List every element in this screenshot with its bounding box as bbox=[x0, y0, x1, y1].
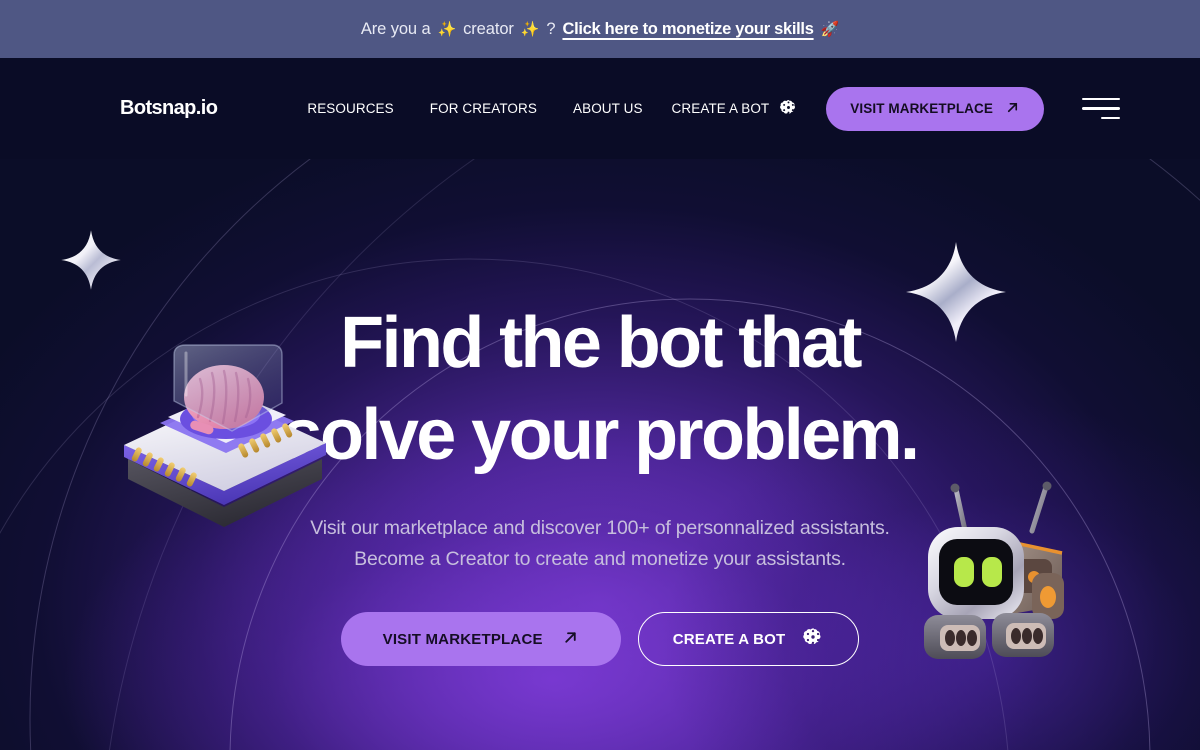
sparkles-emoji-left: ✨ bbox=[437, 20, 457, 38]
nav-item-about-us[interactable]: ABOUT US bbox=[573, 101, 643, 116]
hero-title: Find the bot that solve your problem. bbox=[110, 297, 1090, 481]
announcement-bar: Are you a ✨ creator ✨ ? Click here to mo… bbox=[0, 0, 1200, 58]
header-create-a-bot-link[interactable]: CREATE A BOT bbox=[672, 98, 799, 120]
hero-title-line-2: solve your problem. bbox=[282, 395, 920, 475]
monetize-skills-link[interactable]: Click here to monetize your skills bbox=[562, 20, 813, 39]
hero-content: Find the bot that solve your problem. Vi… bbox=[0, 159, 1200, 750]
landing-page: Are you a ✨ creator ✨ ? Click here to mo… bbox=[0, 0, 1200, 750]
hamburger-line-1 bbox=[1082, 97, 1120, 101]
hero-subtitle-line-2: Become a Creator to create and monetize … bbox=[354, 548, 846, 570]
atom-icon bbox=[779, 98, 798, 120]
hero-subtitle-line-1: Visit our marketplace and discover 100+ … bbox=[310, 517, 890, 539]
sparkles-emoji-right: ✨ bbox=[520, 20, 540, 38]
main-navigation: RESOURCES FOR CREATORS ABOUT US bbox=[307, 101, 642, 116]
hero-section: Find the bot that solve your problem. Vi… bbox=[0, 159, 1200, 750]
announcement-content: Are you a ✨ creator ✨ ? Click here to mo… bbox=[361, 20, 839, 39]
rocket-emoji: 🚀 bbox=[820, 20, 840, 38]
header-create-a-bot-label: CREATE A BOT bbox=[671, 101, 770, 116]
hero-visit-marketplace-button[interactable]: VISIT MARKETPLACE bbox=[340, 612, 621, 666]
announcement-question-mark: ? bbox=[546, 19, 556, 38]
hero-cta-group: VISIT MARKETPLACE CREATE A BOT bbox=[340, 612, 860, 666]
logo-botsnap[interactable]: Botsnap.io bbox=[120, 97, 218, 120]
hamburger-menu-icon[interactable] bbox=[1082, 96, 1120, 122]
arrow-up-right-icon bbox=[562, 629, 579, 650]
arrow-up-right-icon bbox=[1005, 100, 1020, 118]
hero-create-a-bot-label: CREATE A BOT bbox=[672, 630, 786, 648]
hero-title-line-1: Find the bot that bbox=[340, 303, 862, 383]
nav-item-for-creators[interactable]: FOR CREATORS bbox=[430, 101, 537, 116]
atom-icon bbox=[802, 626, 824, 652]
announcement-word: creator bbox=[463, 19, 514, 38]
site-header: Botsnap.io RESOURCES FOR CREATORS ABOUT … bbox=[0, 58, 1200, 159]
hero-create-a-bot-button[interactable]: CREATE A BOT bbox=[637, 612, 860, 666]
hamburger-line-3 bbox=[1101, 116, 1120, 120]
hamburger-line-2 bbox=[1082, 107, 1120, 110]
header-actions: CREATE A BOT VISIT MARKETPLACE bbox=[672, 86, 1120, 131]
hero-subtitle: Visit our marketplace and discover 100+ … bbox=[160, 513, 1040, 575]
header-visit-marketplace-button[interactable]: VISIT MARKETPLACE bbox=[826, 86, 1044, 131]
nav-item-resources[interactable]: RESOURCES bbox=[307, 101, 393, 116]
hero-visit-marketplace-label: VISIT MARKETPLACE bbox=[382, 630, 543, 648]
header-visit-marketplace-label: VISIT MARKETPLACE bbox=[850, 101, 993, 116]
announcement-text: Are you a bbox=[360, 19, 431, 38]
